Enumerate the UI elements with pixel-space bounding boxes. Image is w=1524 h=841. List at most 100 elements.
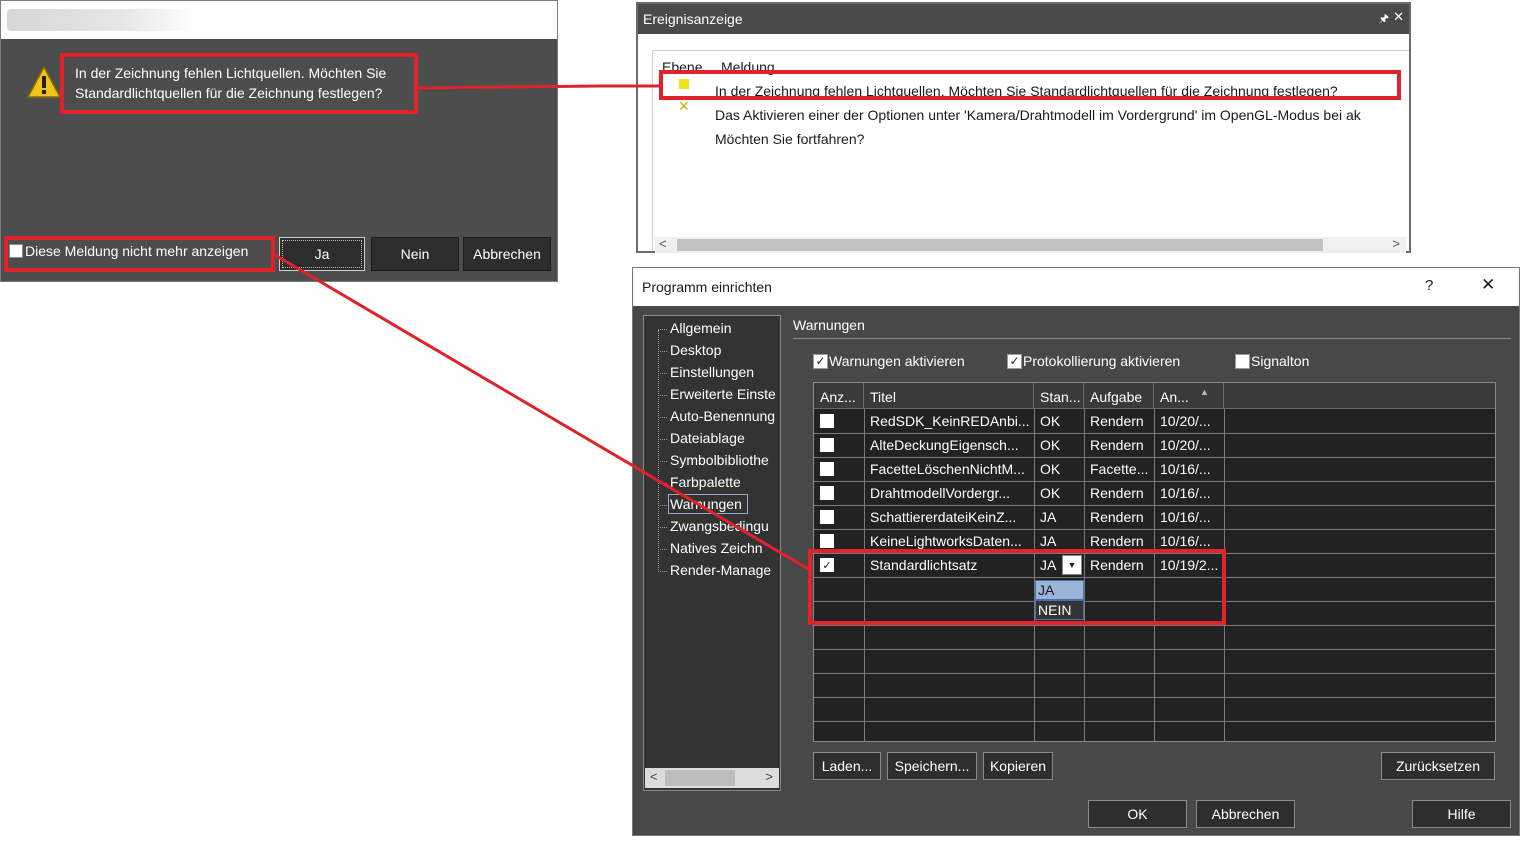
- row-standard[interactable]: OK: [1034, 457, 1082, 477]
- help-button[interactable]: Hilfe: [1412, 800, 1511, 828]
- settings-title-bar: Programm einrichten: [633, 268, 1519, 306]
- beep-option[interactable]: Signalton: [1235, 353, 1309, 369]
- cancel-button[interactable]: Abbrechen: [1196, 800, 1295, 828]
- show-checkbox[interactable]: [820, 510, 834, 524]
- help-icon[interactable]: ?: [1425, 277, 1433, 294]
- settings-title: Programm einrichten: [642, 279, 772, 295]
- row-task: Rendern: [1090, 485, 1144, 501]
- reset-button[interactable]: Zurücksetzen: [1381, 752, 1495, 780]
- row-task: Facette...: [1090, 461, 1149, 477]
- checkbox-unchecked[interactable]: [1235, 353, 1250, 369]
- highlight-box-checkbox: [4, 236, 275, 272]
- column-header-angelegt-label: An...: [1160, 389, 1189, 405]
- row-date: 10/16/...: [1160, 533, 1211, 549]
- column-header-aufgabe[interactable]: Aufgabe: [1084, 383, 1154, 409]
- row-date: 10/20/...: [1160, 437, 1211, 453]
- table-row[interactable]: SchattiererdateiKeinZ... JA Rendern 10/1…: [814, 505, 1495, 529]
- table-row[interactable]: AlteDeckungEigensch... OK Rendern 10/20/…: [814, 433, 1495, 457]
- row-standard[interactable]: OK: [1034, 481, 1082, 501]
- settings-tree: Allgemein Desktop Einstellungen Erweiter…: [643, 315, 781, 791]
- column-header-anzeigen[interactable]: Anz...: [814, 383, 864, 409]
- cancel-button[interactable]: Abbrechen: [463, 237, 551, 271]
- sort-indicator-icon: ▲: [1200, 387, 1209, 397]
- event-row[interactable]: Das Aktivieren einer der Optionen unter …: [715, 107, 1361, 123]
- scroll-right-icon[interactable]: >: [1392, 236, 1400, 251]
- enable-logging-label: Protokollierung aktivieren: [1023, 353, 1181, 369]
- enable-logging-option[interactable]: ✓ Protokollierung aktivieren: [1007, 353, 1180, 369]
- tree-item-allgemein[interactable]: Allgemein: [657, 320, 731, 336]
- table-row[interactable]: FacetteLöschenNichtM... OK Facette... 10…: [814, 457, 1495, 481]
- event-viewer-title: Ereignisanzeige: [638, 4, 1409, 34]
- pin-icon[interactable]: 🖈︎: [1379, 10, 1389, 29]
- tree-item-zwangsbedingungen[interactable]: Zwangsbedingu: [658, 518, 769, 534]
- tree-item-natives-zeichnen[interactable]: Natives Zeichn: [658, 540, 763, 556]
- highlight-box-event: [659, 70, 1401, 100]
- section-divider: [793, 338, 1511, 339]
- tree-item-farbpalette[interactable]: Farbpalette: [658, 474, 741, 490]
- tree-item-render-manager[interactable]: Render-Manage: [657, 562, 771, 578]
- section-title: Warnungen: [793, 317, 865, 333]
- row-standard[interactable]: JA: [1034, 529, 1082, 549]
- tree-item-symbolbibliothek[interactable]: Symbolbibliothe: [658, 452, 769, 468]
- show-checkbox[interactable]: [820, 414, 834, 428]
- table-row[interactable]: DrahtmodellVordergr... OK Rendern 10/16/…: [814, 481, 1495, 505]
- checkbox-checked[interactable]: ✓: [1007, 353, 1022, 369]
- table-row[interactable]: RedSDK_KeinREDAnbi... OK Rendern 10/20/.…: [814, 409, 1495, 433]
- warning-icon: [26, 65, 62, 98]
- checkbox-checked[interactable]: ✓: [813, 353, 828, 369]
- scrollbar-thumb[interactable]: [677, 239, 1323, 251]
- scroll-left-icon[interactable]: <: [659, 236, 667, 251]
- row-standard[interactable]: OK: [1034, 409, 1082, 429]
- row-date: 10/16/...: [1160, 509, 1211, 525]
- row-standard[interactable]: OK: [1034, 433, 1082, 453]
- row-title: RedSDK_KeinREDAnbi...: [870, 413, 1030, 429]
- row-title: FacetteLöschenNichtM...: [870, 461, 1025, 477]
- highlight-box-message: [60, 53, 418, 114]
- tree-item-auto-benennung[interactable]: Auto-Benennung: [657, 408, 775, 424]
- beep-label: Signalton: [1251, 353, 1310, 369]
- show-checkbox[interactable]: [820, 534, 834, 548]
- event-row-continuation: Möchten Sie fortfahren?: [715, 131, 865, 147]
- close-icon[interactable]: ✕: [1393, 9, 1404, 25]
- scroll-left-icon[interactable]: <: [650, 769, 658, 784]
- show-checkbox[interactable]: [820, 462, 834, 476]
- show-checkbox[interactable]: [820, 486, 834, 500]
- row-date: 10/16/...: [1160, 485, 1211, 501]
- load-button[interactable]: Laden...: [813, 752, 881, 780]
- yes-button[interactable]: Ja: [279, 237, 365, 271]
- row-standard[interactable]: JA: [1034, 505, 1082, 525]
- blurred-title: [7, 9, 197, 31]
- tree-item-desktop[interactable]: Desktop: [657, 342, 721, 358]
- row-title: AlteDeckungEigensch...: [870, 437, 1019, 453]
- event-viewer-panel: Ereignisanzeige 🖈︎ ✕ Ebene Meldung In de…: [636, 2, 1411, 253]
- event-viewer-title-text: Ereignisanzeige: [643, 11, 743, 27]
- row-task: Rendern: [1090, 509, 1144, 525]
- column-header-angelegt[interactable]: An... ▲: [1154, 383, 1224, 409]
- row-date: 10/20/...: [1160, 413, 1211, 429]
- column-header-titel[interactable]: Titel: [864, 383, 1034, 409]
- enable-warnings-option[interactable]: ✓ Warnungen aktivieren: [813, 353, 965, 369]
- warning-level-icon: ✕: [678, 98, 690, 114]
- column-header-empty: [1224, 383, 1495, 409]
- tree-item-warnungen[interactable]: Warnungen: [658, 496, 742, 512]
- tree-item-dateiablage[interactable]: Dateiablage: [658, 430, 745, 446]
- row-task: Rendern: [1090, 413, 1144, 429]
- save-button[interactable]: Speichern...: [887, 752, 977, 780]
- scroll-right-icon[interactable]: >: [765, 769, 773, 784]
- tree-item-einstellungen[interactable]: Einstellungen: [657, 364, 754, 380]
- no-button[interactable]: Nein: [371, 237, 459, 271]
- row-title: KeineLightworksDaten...: [870, 533, 1022, 549]
- tree-item-erweiterte[interactable]: Erweiterte Einste: [658, 386, 776, 402]
- scrollbar-thumb[interactable]: [665, 770, 735, 786]
- show-checkbox[interactable]: [820, 438, 834, 452]
- horizontal-scrollbar[interactable]: < >: [655, 236, 1406, 253]
- row-task: Rendern: [1090, 533, 1144, 549]
- copy-button[interactable]: Kopieren: [983, 752, 1053, 780]
- column-header-standard[interactable]: Stan...: [1034, 383, 1084, 409]
- enable-warnings-label: Warnungen aktivieren: [829, 353, 965, 369]
- close-icon[interactable]: ✕: [1481, 275, 1495, 295]
- row-date: 10/16/...: [1160, 461, 1211, 477]
- ok-button[interactable]: OK: [1088, 800, 1187, 828]
- row-title: SchattiererdateiKeinZ...: [870, 509, 1017, 525]
- tree-scrollbar[interactable]: < >: [645, 768, 779, 788]
